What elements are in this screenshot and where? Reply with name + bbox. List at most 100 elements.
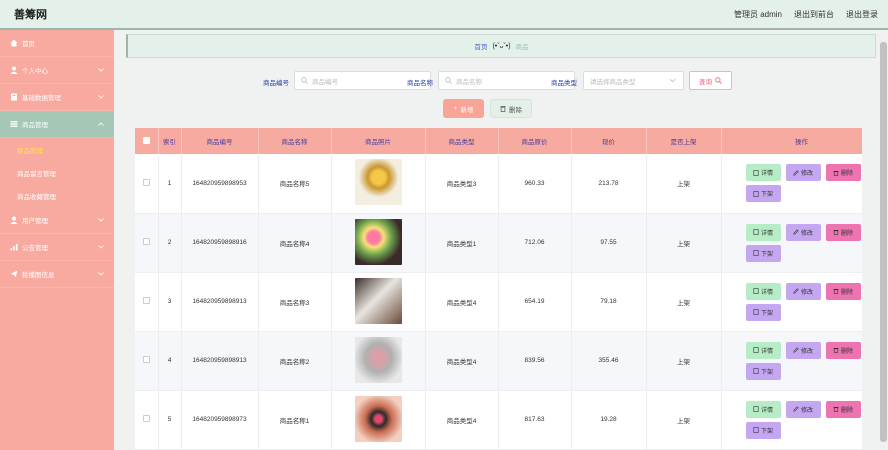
column-header: 商品名称	[258, 128, 332, 154]
row-code: 164820959898916	[181, 213, 259, 273]
column-header: 商品原价	[498, 128, 572, 154]
sidebar-item-users[interactable]: 用户管理	[0, 207, 114, 234]
breadcrumb-face: (•ˇᴗˇ•)	[492, 42, 511, 50]
row-select-cell[interactable]	[135, 154, 159, 214]
submenu-goods-favorites[interactable]: 商品收藏管理	[0, 184, 114, 207]
row-name: 商品名称3	[258, 272, 332, 332]
edit-button[interactable]: 修改	[785, 164, 821, 182]
delete-button[interactable]: 删除	[825, 164, 861, 182]
row-checkbox[interactable]	[142, 238, 150, 245]
sidebar-item-basic-data[interactable]: 基础数据管理	[0, 84, 114, 111]
select-all-cell[interactable]	[135, 128, 159, 154]
trash-icon	[833, 230, 839, 235]
row-photo-cell	[331, 154, 426, 214]
column-header: 操作	[721, 128, 862, 154]
admin-label: 管理员 admin	[733, 9, 782, 19]
row-status: 上架	[646, 213, 722, 273]
trash-icon	[833, 170, 839, 176]
sidebar-item-label: 个人中心	[22, 68, 48, 75]
take-down-button[interactable]: 下架	[745, 185, 781, 203]
delete-button[interactable]: 删除	[825, 400, 861, 418]
table-header-row: 索引 商品编号 商品名称 商品照片 商品类型 商品原价 现价 是否上架 操作	[135, 128, 862, 154]
chevron-down-icon	[97, 270, 105, 278]
front-link[interactable]: 退出到前台	[794, 9, 834, 20]
sidebar: 首页 个人中心 基础数据管理 商品管理 商品管理 商品留言管理 商品收藏管理 用…	[0, 30, 114, 450]
select-all-checkbox[interactable]	[142, 136, 150, 144]
type-select[interactable]: 请选择商品类型	[583, 71, 684, 90]
row-name: 商品名称2	[258, 331, 332, 391]
delete-button[interactable]: 删除	[825, 223, 861, 241]
row-select-cell[interactable]	[135, 390, 159, 450]
detail-button[interactable]: 详情	[745, 400, 781, 418]
row-price: 97.55	[571, 213, 647, 273]
type-label: 商品类型	[551, 80, 577, 87]
sidebar-item-goods[interactable]: 商品管理	[0, 111, 114, 138]
goods-submenu: 商品管理 商品留言管理 商品收藏管理	[0, 138, 114, 207]
table-row: 3 164820959898913 商品名称3 商品类型4 654.19 79.…	[135, 272, 862, 332]
row-price: 355.46	[571, 331, 647, 391]
edit-button[interactable]: 修改	[785, 341, 821, 359]
row-checkbox[interactable]	[142, 297, 150, 304]
row-checkbox[interactable]	[142, 356, 150, 363]
add-button[interactable]: + 新增	[443, 99, 484, 118]
delete-button[interactable]: 删除	[825, 282, 861, 300]
take-down-button[interactable]: 下架	[745, 244, 781, 262]
sidebar-item-carousel[interactable]: 轮播图信息	[0, 261, 114, 288]
sidebar-item-label: 轮播图信息	[22, 272, 55, 279]
column-header: 商品照片	[331, 128, 426, 154]
top-header: 善筹网 管理员 admin 退出到前台 退出登录	[0, 0, 888, 30]
chevron-down-icon	[97, 216, 105, 224]
name-label: 商品名称	[407, 80, 433, 87]
row-type: 商品类型1	[425, 213, 499, 273]
detail-button[interactable]: 详情	[745, 282, 781, 300]
sidebar-item-home[interactable]: 首页	[0, 30, 114, 57]
edit-button[interactable]: 修改	[785, 223, 821, 241]
pencil-icon	[793, 170, 799, 176]
row-type: 商品类型3	[425, 154, 499, 214]
row-name: 商品名称1	[258, 390, 332, 450]
submenu-goods-comments[interactable]: 商品留言管理	[0, 161, 114, 184]
submenu-goods-manage[interactable]: 商品管理	[0, 138, 114, 161]
search-form: 商品编号 商品编号 商品名称 商品名称 商品类型 请选择商品类型 查询	[126, 71, 876, 91]
sidebar-item-profile[interactable]: 个人中心	[0, 57, 114, 84]
edit-button[interactable]: 修改	[785, 282, 821, 300]
row-select-cell[interactable]	[135, 213, 159, 273]
user-icon	[9, 66, 18, 75]
detail-button[interactable]: 详情	[745, 164, 781, 182]
product-photo	[354, 218, 402, 265]
row-original-price: 839.56	[498, 331, 572, 391]
row-select-cell[interactable]	[135, 331, 159, 391]
column-header: 商品编号	[181, 128, 259, 154]
query-button[interactable]: 查询	[689, 71, 732, 90]
detail-button[interactable]: 详情	[745, 341, 781, 359]
document-icon	[753, 169, 759, 176]
breadcrumb-home[interactable]: 首页	[474, 41, 487, 51]
row-type: 商品类型4	[425, 390, 499, 450]
take-down-button[interactable]: 下架	[745, 362, 781, 380]
take-down-button[interactable]: 下架	[745, 421, 781, 439]
take-down-button[interactable]: 下架	[745, 303, 781, 321]
pencil-icon	[793, 347, 799, 353]
delete-button[interactable]: 删除	[825, 341, 861, 359]
product-photo	[354, 277, 402, 324]
scrollbar-thumb[interactable]	[880, 42, 887, 442]
row-checkbox[interactable]	[142, 178, 150, 186]
trash-icon	[833, 348, 839, 353]
document-icon	[753, 368, 759, 374]
edit-button[interactable]: 修改	[785, 400, 821, 418]
row-select-cell[interactable]	[135, 272, 159, 332]
column-header: 是否上架	[646, 128, 722, 154]
row-actions: 详情 修改 删除 下架	[721, 331, 862, 391]
logout-link[interactable]: 退出登录	[846, 9, 878, 20]
row-checkbox[interactable]	[142, 415, 150, 422]
sidebar-item-notice[interactable]: 公告管理	[0, 234, 114, 261]
detail-button[interactable]: 详情	[745, 223, 781, 241]
vertical-scrollbar[interactable]	[879, 30, 888, 450]
batch-delete-button[interactable]: 删除	[490, 99, 532, 118]
sidebar-item-label: 用户管理	[22, 218, 48, 225]
table-row: 1 164820959898953 商品名称5 商品类型3 960.33 213…	[135, 154, 862, 214]
trash-icon	[833, 289, 839, 294]
user-icon	[9, 216, 18, 225]
table-row: 5 164820959898973 商品名称1 商品类型4 817.63 19.…	[135, 390, 862, 450]
product-photo	[354, 336, 402, 383]
